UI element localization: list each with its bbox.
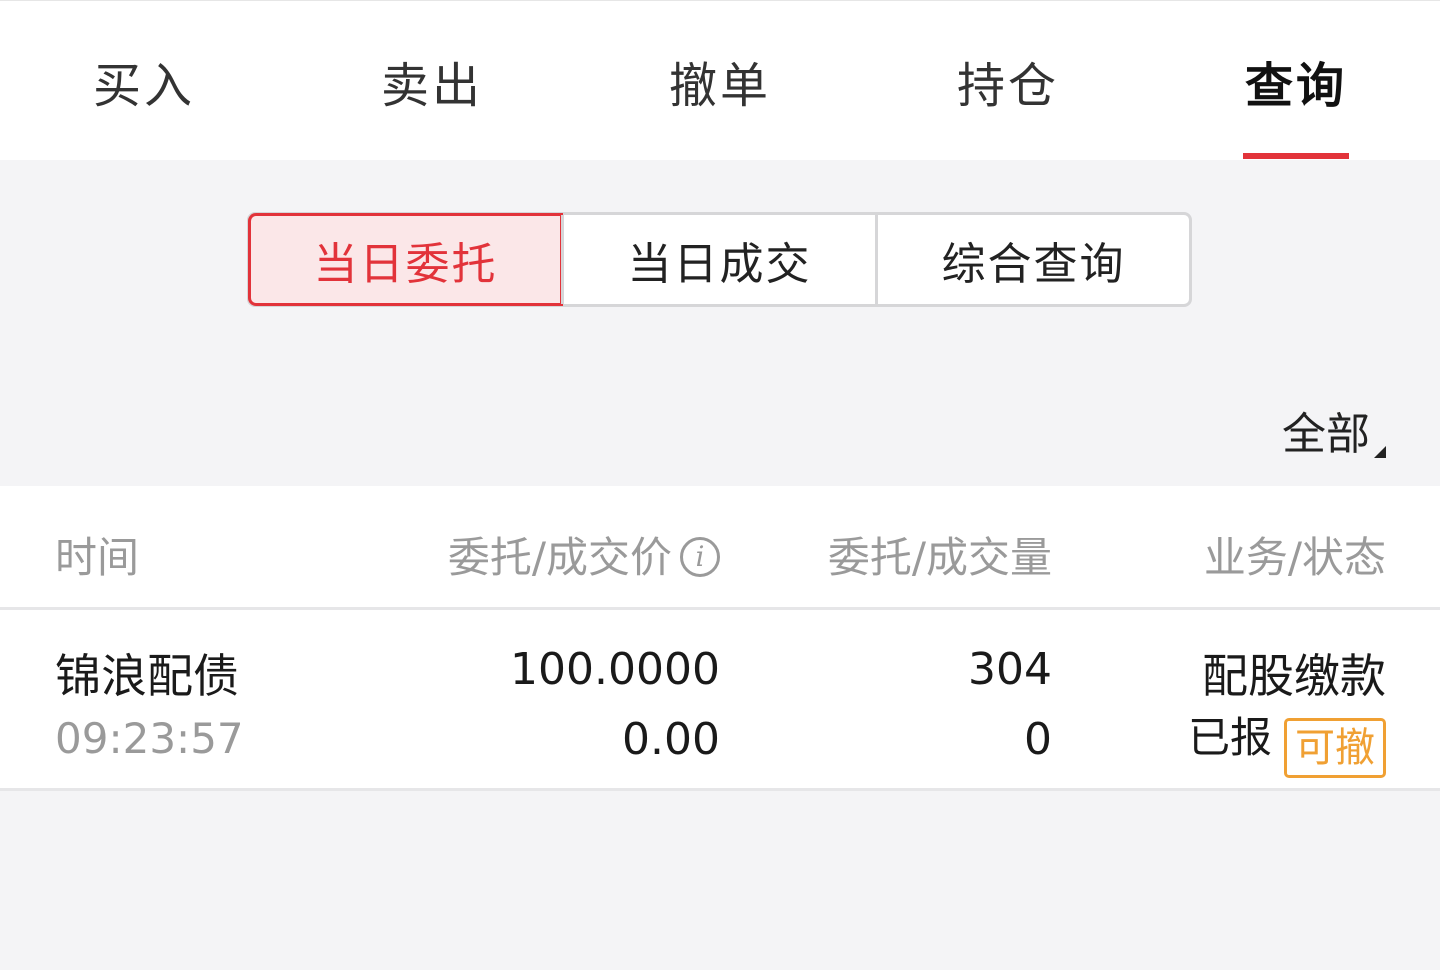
tab-label: 查询	[1244, 58, 1347, 114]
segment-today-deals[interactable]: 当日成交	[561, 215, 875, 304]
header-quantity: 委托/成交量	[827, 533, 1052, 582]
tab-query[interactable]: 查询	[1196, 1, 1396, 161]
top-tab-bar: 买入 卖出 撤单 持仓 查询	[0, 0, 1440, 160]
order-status: 已报	[1187, 713, 1272, 762]
deal-quantity: 0	[1024, 714, 1052, 765]
deal-price: 0.00	[622, 714, 720, 765]
business-type: 配股缴款	[1202, 649, 1386, 703]
header-time: 时间	[55, 533, 140, 582]
segment-today-orders[interactable]: 当日委托	[248, 213, 563, 306]
header-status: 业务/状态	[1203, 533, 1386, 582]
segment-general-query[interactable]: 综合查询	[875, 215, 1189, 304]
info-icon[interactable]: i	[680, 536, 720, 577]
tab-label: 买入	[92, 58, 195, 114]
header-price: 委托/成交价	[447, 533, 672, 582]
header-price-group: 委托/成交价 i	[448, 524, 720, 585]
tab-sell[interactable]: 卖出	[332, 1, 532, 161]
table-header: 时间 委托/成交价 i 委托/成交量 业务/状态	[0, 486, 1440, 610]
filter-label: 全部	[1282, 409, 1370, 460]
status-group: 已报 可撤	[1188, 704, 1386, 778]
order-quantity: 304	[968, 644, 1052, 695]
tab-positions[interactable]: 持仓	[908, 1, 1108, 161]
cancelable-badge[interactable]: 可撤	[1284, 717, 1386, 778]
tab-cancel[interactable]: 撤单	[620, 1, 820, 161]
security-name: 锦浪配债	[55, 649, 239, 703]
tab-buy[interactable]: 买入	[44, 1, 244, 161]
dropdown-corner-icon	[1374, 446, 1386, 458]
tab-label: 卖出	[380, 58, 483, 114]
table-row[interactable]: 锦浪配债 09:23:57 100.0000 0.00 304 0 配股缴款 已…	[0, 610, 1440, 791]
order-price: 100.0000	[510, 644, 720, 695]
tab-label: 撤单	[668, 58, 771, 114]
filter-dropdown[interactable]: 全部	[1282, 398, 1386, 462]
query-segmented-control: 当日委托 当日成交 综合查询	[247, 212, 1192, 307]
orders-table: 时间 委托/成交价 i 委托/成交量 业务/状态 锦浪配债 09:23:57 10…	[0, 486, 1440, 791]
order-time: 09:23:57	[55, 714, 244, 763]
tab-label: 持仓	[956, 58, 1059, 114]
trade-query-page: 买入 卖出 撤单 持仓 查询 当日委托 当日成交 综合查询 全部 时间 委托/成…	[0, 0, 1440, 970]
tab-underline	[1243, 153, 1349, 159]
